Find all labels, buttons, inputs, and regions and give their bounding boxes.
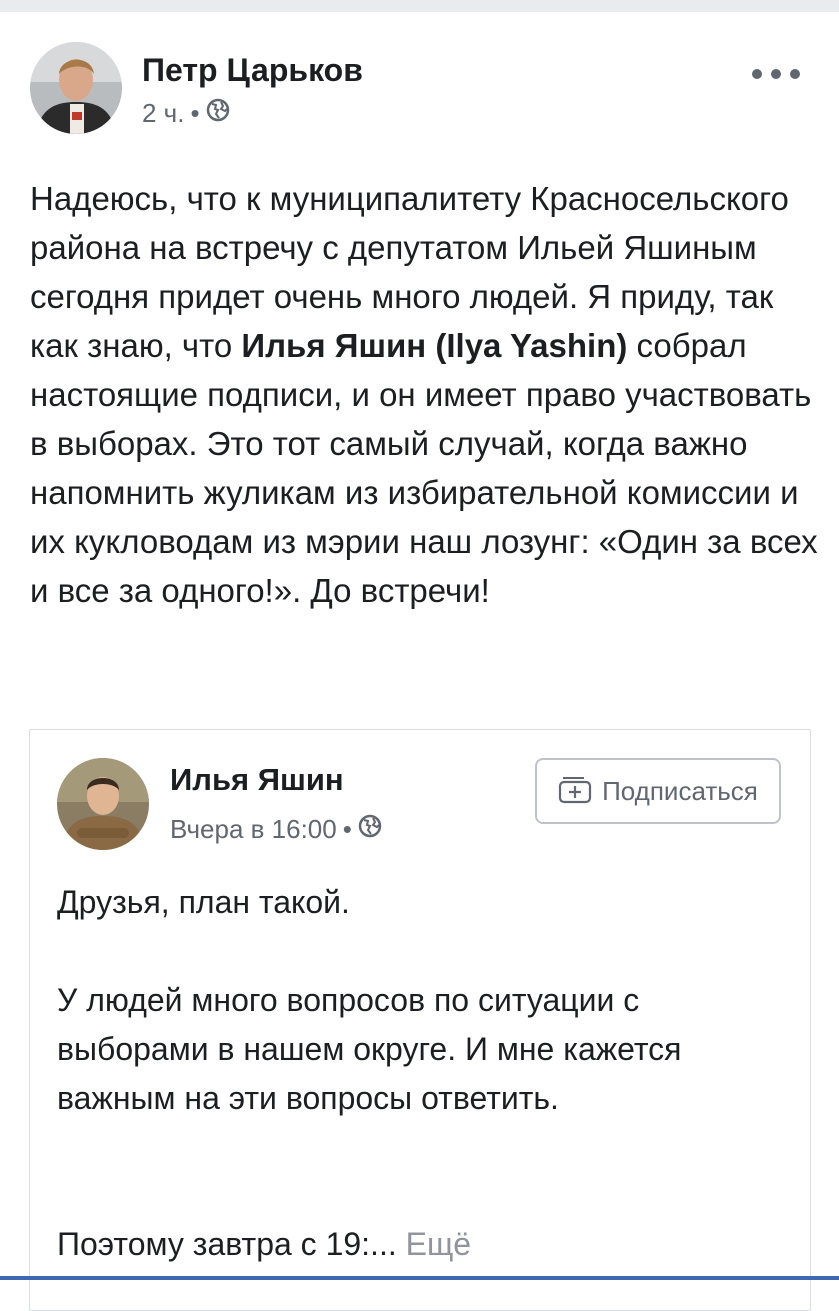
feed-background-strip	[0, 0, 839, 12]
more-dot	[771, 69, 781, 79]
shared-paragraph-3: Поэтому завтра с 19:... Ещё	[57, 1220, 792, 1269]
shared-post-meta: Вчера в 16:00 •	[170, 814, 382, 845]
avatar-photo	[57, 758, 149, 850]
shared-post-card[interactable]: Илья Яшин Вчера в 16:00 • Подписаться Др…	[29, 729, 811, 1311]
more-dot	[752, 69, 762, 79]
post-text-part: собрал настоящие подписи, и он имеет пра…	[30, 327, 818, 609]
follow-plus-icon	[558, 772, 592, 811]
author-avatar[interactable]	[30, 42, 122, 134]
shared-paragraph-1: Друзья, план такой.	[57, 884, 350, 920]
author-name[interactable]: Петр Царьков	[142, 52, 363, 89]
more-dot	[790, 69, 800, 79]
follow-button[interactable]: Подписаться	[535, 758, 781, 824]
mention-link[interactable]: Илья Яшин (Ilya Yashin)	[241, 327, 627, 364]
shared-paragraph-2: У людей много вопросов по ситуации с выб…	[57, 982, 682, 1116]
shared-author-name[interactable]: Илья Яшин	[170, 762, 344, 798]
shared-post-timestamp[interactable]: Вчера в 16:00	[170, 814, 337, 845]
meta-separator: •	[342, 814, 352, 844]
bottom-accent-line	[0, 1276, 839, 1280]
globe-icon	[206, 98, 230, 129]
feed-post: Петр Царьков 2 ч. • Надеюсь, что к муниц…	[0, 12, 839, 1311]
post-meta: 2 ч. •	[142, 98, 230, 129]
meta-separator: •	[190, 98, 200, 128]
more-options-icon[interactable]	[752, 62, 800, 86]
globe-icon	[358, 814, 382, 845]
truncated-text: Поэтому завтра с 19:...	[57, 1226, 397, 1262]
follow-button-label: Подписаться	[602, 775, 758, 806]
see-more-link[interactable]: Ещё	[406, 1226, 471, 1262]
post-body-text: Надеюсь, что к муниципалитету Красносель…	[30, 174, 825, 615]
avatar-photo	[30, 42, 122, 134]
post-timestamp[interactable]: 2 ч.	[142, 98, 184, 129]
shared-author-avatar[interactable]	[57, 758, 149, 850]
